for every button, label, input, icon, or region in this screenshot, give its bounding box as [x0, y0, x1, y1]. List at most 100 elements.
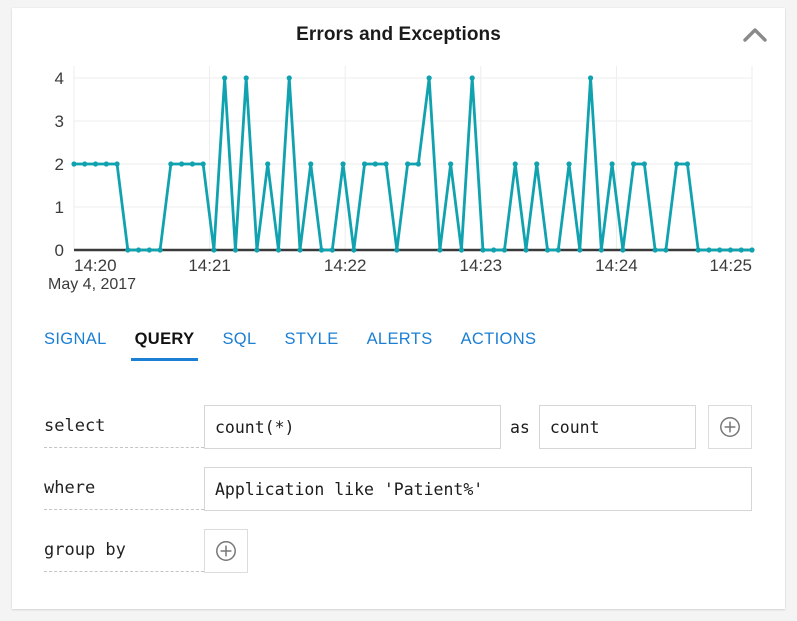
- tab-style[interactable]: STYLE: [285, 326, 339, 361]
- data-point: [609, 161, 615, 167]
- panel-header: Errors and Exceptions: [12, 8, 785, 60]
- data-point: [361, 161, 368, 167]
- data-point: [663, 247, 669, 253]
- data-point: [469, 75, 475, 81]
- add-select-button[interactable]: [707, 405, 752, 449]
- data-point: [523, 247, 529, 253]
- y-tick-label: 4: [55, 69, 64, 88]
- data-point: [684, 161, 691, 167]
- data-point: [125, 247, 131, 253]
- tab-query[interactable]: QUERY: [130, 326, 199, 361]
- data-point: [232, 247, 239, 253]
- data-point: [179, 161, 185, 167]
- data-point: [706, 247, 712, 253]
- data-point: [157, 247, 163, 253]
- data-point: [329, 247, 335, 253]
- data-point: [297, 247, 303, 253]
- plus-circle-icon: [216, 541, 236, 561]
- data-point: [243, 75, 249, 81]
- data-point: [405, 161, 411, 167]
- data-point: [631, 161, 637, 167]
- chart-date-label: May 4, 2017: [48, 276, 137, 293]
- tab-alerts[interactable]: ALERTS: [367, 326, 433, 361]
- data-point: [437, 247, 443, 253]
- data-point: [189, 161, 195, 167]
- plus-circle-icon: [719, 417, 740, 437]
- data-point: [738, 247, 744, 253]
- data-point: [544, 247, 551, 253]
- data-point: [394, 247, 400, 253]
- data-point: [458, 247, 465, 253]
- y-tick-label: 3: [55, 112, 64, 131]
- data-point: [92, 161, 99, 167]
- chevron-up-icon[interactable]: [739, 22, 771, 50]
- y-tick-label: 1: [55, 198, 64, 217]
- data-point: [146, 247, 152, 253]
- data-point: [695, 247, 701, 253]
- where-expression-input[interactable]: Application like 'Patient%': [204, 467, 752, 511]
- x-tick-label: 14:21: [188, 256, 231, 275]
- data-point: [749, 247, 755, 253]
- data-point: [727, 247, 734, 253]
- select-alias-input[interactable]: count: [538, 405, 696, 449]
- data-point: [114, 161, 120, 167]
- y-axis-tick-labels: 0 1 2 3 4: [55, 69, 64, 260]
- add-group-by-button[interactable]: [204, 529, 248, 573]
- data-point: [275, 247, 282, 253]
- tab-bar: SIGNAL QUERY SQL STYLE ALERTS ACTIONS: [44, 326, 564, 368]
- data-point: [340, 161, 346, 167]
- data-point: [372, 161, 378, 167]
- x-tick-label: 14:25: [709, 256, 752, 275]
- data-point: [534, 161, 540, 167]
- data-point: [620, 247, 626, 253]
- data-point: [480, 247, 486, 253]
- data-point: [555, 247, 561, 253]
- data-point: [587, 75, 594, 81]
- data-point: [426, 75, 432, 81]
- x-axis-tick-labels: 14:20 14:21 14:22 14:23 14:24 14:25: [74, 256, 752, 275]
- tab-signal[interactable]: SIGNAL: [44, 326, 107, 361]
- data-point: [135, 247, 142, 253]
- data-point: [383, 161, 389, 167]
- tab-actions[interactable]: ACTIONS: [461, 326, 537, 361]
- tab-sql[interactable]: SQL: [222, 326, 256, 361]
- data-point: [448, 161, 454, 167]
- query-row-group-by: group by: [12, 520, 785, 582]
- data-point: [351, 247, 357, 253]
- panel-card: Errors and Exceptions 01234 14:20 14:21 14…: [12, 8, 785, 609]
- where-label: where: [44, 466, 204, 510]
- data-point: [318, 247, 325, 253]
- select-as-label: as: [510, 417, 530, 437]
- data-point: [577, 247, 583, 253]
- query-row-select: select count(*) as count: [12, 396, 785, 458]
- select-label: select: [44, 404, 204, 448]
- data-point: [222, 75, 228, 81]
- query-builder: select count(*) as count where Applicati…: [12, 396, 785, 582]
- data-point: [652, 247, 658, 253]
- data-point: [598, 247, 604, 253]
- data-point: [71, 161, 77, 167]
- data-point: [674, 161, 680, 167]
- data-point: [717, 247, 723, 253]
- page-title: Errors and Exceptions: [296, 24, 501, 45]
- data-point: [82, 161, 88, 167]
- data-point: [308, 161, 314, 167]
- group-by-label: group by: [44, 528, 204, 572]
- chart[interactable]: 0 1 2 3 4 14:20 14:21 14:22 14:23 14:24 14:25: [12, 58, 785, 308]
- select-expression-input[interactable]: count(*): [204, 405, 501, 449]
- data-point: [415, 161, 421, 167]
- data-point: [491, 247, 497, 253]
- x-tick-label: 14:20: [74, 256, 117, 275]
- data-point: [501, 247, 508, 253]
- x-tick-label: 14:24: [595, 256, 638, 275]
- y-tick-label: 2: [55, 155, 64, 174]
- data-point: [254, 247, 260, 253]
- data-point: [286, 75, 292, 81]
- data-point: [566, 161, 572, 167]
- x-tick-label: 14:22: [324, 256, 367, 275]
- data-point: [200, 161, 206, 167]
- data-point: [168, 161, 174, 167]
- data-point: [265, 161, 271, 167]
- query-row-where: where Application like 'Patient%': [12, 458, 785, 520]
- data-point: [103, 161, 109, 167]
